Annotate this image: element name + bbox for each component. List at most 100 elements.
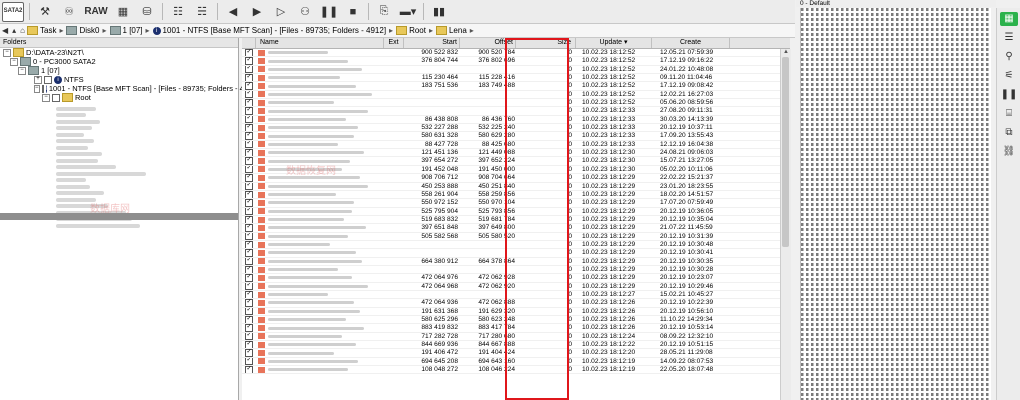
- table-row[interactable]: ✓ 908 706 712 908 704 664 0 10.02.23 18:12:2…: [242, 174, 790, 183]
- file-name-cell[interactable]: [256, 316, 384, 323]
- row-checkbox[interactable]: ✓: [242, 299, 256, 307]
- file-name-cell[interactable]: [256, 49, 384, 56]
- scroll-up-icon[interactable]: ▲: [782, 49, 790, 56]
- table-row[interactable]: ✓ 397 654 272 397 652 224 0 10.02.23 18:12:3…: [242, 157, 790, 166]
- table-row[interactable]: ✓ 664 380 912 664 378 864 0 10.02.23 18:12:2…: [242, 257, 790, 266]
- file-name-cell[interactable]: [256, 99, 384, 106]
- pause-icon[interactable]: ❚❚: [1000, 88, 1018, 102]
- file-name-cell[interactable]: [256, 141, 384, 148]
- table-row[interactable]: ✓ 525 795 904 525 793 856 0 10.02.23 18:12:2…: [242, 207, 790, 216]
- table-row[interactable]: ✓ 883 419 832 883 417 784 0 10.02.23 18:12:2…: [242, 324, 790, 333]
- table-row[interactable]: ✓ 0 10.02.23 18:12:52 24.01.22 10:48:08: [242, 65, 790, 75]
- col-header-create[interactable]: Create: [652, 38, 730, 48]
- crumb-task[interactable]: Task ▸: [27, 26, 63, 35]
- file-name-cell[interactable]: [256, 191, 384, 198]
- file-name-cell[interactable]: [256, 216, 384, 223]
- map-grid-icon[interactable]: ▦: [1000, 12, 1018, 26]
- file-name-cell[interactable]: [256, 224, 384, 231]
- row-checkbox[interactable]: ✓: [242, 107, 256, 115]
- file-name-cell[interactable]: [256, 249, 384, 256]
- table-row[interactable]: ✓ 191 452 048 191 450 000 0 10.02.23 18:12:3…: [242, 165, 790, 175]
- table-row[interactable]: ✓ 472 064 968 472 062 920 0 10.02.23 18:12:2…: [242, 282, 790, 291]
- link-icon[interactable]: ⛓: [1000, 145, 1018, 159]
- tree-expand-icon[interactable]: ☵: [192, 2, 212, 21]
- row-checkbox[interactable]: ✓: [242, 232, 256, 240]
- row-checkbox[interactable]: ✓: [242, 282, 256, 290]
- table-row[interactable]: ✓ 0 10.02.23 18:12:29 20.12.19 10:30:41: [242, 249, 790, 258]
- row-checkbox[interactable]: ✓: [242, 349, 256, 357]
- row-checkbox[interactable]: ✓: [242, 332, 256, 341]
- col-header-offset[interactable]: Offset: [460, 38, 516, 48]
- row-checkbox[interactable]: ✓: [242, 257, 256, 265]
- nav-back-icon[interactable]: ◀: [2, 26, 8, 35]
- row-checkbox[interactable]: ✓: [242, 199, 256, 207]
- crumb-root[interactable]: Root ▸: [396, 26, 433, 35]
- table-row[interactable]: ✓ 558 261 904 558 259 856 0 10.02.23 18:12:2…: [242, 190, 790, 200]
- file-name-cell[interactable]: [256, 199, 384, 206]
- file-name-cell[interactable]: [256, 266, 384, 273]
- table-row[interactable]: ✓ 900 522 832 900 520 784 0 10.02.23 18:12:5…: [242, 49, 790, 58]
- table-row[interactable]: ✓ 472 064 936 472 062 888 0 10.02.23 18:12:2…: [242, 299, 790, 308]
- row-checkbox[interactable]: ✓: [242, 82, 256, 90]
- file-name-cell[interactable]: [256, 291, 384, 298]
- row-checkbox[interactable]: ✓: [242, 265, 256, 274]
- file-name-cell[interactable]: [256, 183, 384, 190]
- table-row[interactable]: ✓ 532 227 288 532 225 240 0 10.02.23 18:12:3…: [242, 124, 790, 133]
- nav-home-icon[interactable]: ⌂: [20, 26, 25, 35]
- collapse-icon[interactable]: −: [3, 48, 11, 57]
- table-row[interactable]: ✓ 191 406 472 191 404 424 0 10.02.23 18:12:2…: [242, 349, 790, 358]
- file-name-cell[interactable]: [256, 166, 384, 173]
- file-name-cell[interactable]: [256, 333, 384, 340]
- collapse-icon[interactable]: −: [34, 84, 40, 93]
- file-name-cell[interactable]: [256, 241, 384, 248]
- row-checkbox[interactable]: ✓: [242, 357, 256, 366]
- table-row[interactable]: ✓ 450 253 888 450 251 840 0 10.02.23 18:12:2…: [242, 182, 790, 191]
- table-row[interactable]: ✓ 694 645 208 694 643 160 0 10.02.23 18:12:1…: [242, 357, 790, 367]
- row-checkbox[interactable]: ✓: [242, 182, 256, 190]
- binoculars-icon[interactable]: ♾: [59, 2, 79, 21]
- table-row[interactable]: ✓ 108 048 272 108 046 224 0 10.02.23 18:12:1…: [242, 366, 790, 375]
- play-icon[interactable]: ▶: [247, 2, 267, 21]
- selected-tree-row[interactable]: [0, 213, 238, 220]
- col-header-start[interactable]: Start: [404, 38, 460, 48]
- tree-checkbox[interactable]: [41, 84, 44, 93]
- table-row[interactable]: ✓ 472 064 976 472 062 928 0 10.02.23 18:12:2…: [242, 274, 790, 283]
- crumb-disk[interactable]: Disk0 ▸: [66, 26, 107, 35]
- file-name-cell[interactable]: [256, 358, 384, 365]
- row-checkbox[interactable]: ✓: [242, 149, 256, 157]
- row-checkbox[interactable]: ✓: [242, 74, 256, 82]
- table-row[interactable]: ✓ 0 10.02.23 18:12:33 27.08.20 09:11:31: [242, 107, 790, 116]
- file-name-cell[interactable]: [256, 366, 384, 373]
- collapse-icon[interactable]: −: [42, 93, 50, 102]
- file-name-cell[interactable]: [256, 299, 384, 306]
- row-checkbox[interactable]: ✓: [242, 307, 256, 315]
- file-name-cell[interactable]: [256, 308, 384, 315]
- file-name-cell[interactable]: [256, 274, 384, 281]
- signal-icon[interactable]: ⚟: [1000, 69, 1018, 83]
- cassette-icon[interactable]: ⌸: [1000, 107, 1018, 121]
- file-name-cell[interactable]: [256, 57, 384, 65]
- sensor-icon[interactable]: ⚲: [1000, 50, 1018, 64]
- table-row[interactable]: ✓ 844 669 936 844 667 888 0 10.02.23 18:12:2…: [242, 341, 790, 350]
- tree-node-partition[interactable]: −1 [07]: [0, 66, 238, 75]
- collapse-icon[interactable]: −: [10, 57, 18, 66]
- col-header-size[interactable]: Size: [516, 38, 576, 48]
- table-row[interactable]: ✓ 376 804 744 376 802 696 0 10.02.23 18:12:5…: [242, 57, 790, 66]
- table-row[interactable]: ✓ 191 631 368 191 629 320 0 10.02.23 18:12:2…: [242, 307, 790, 316]
- crumb-scan[interactable]: i 1001 - NTFS [Base MFT Scan] - [Files - …: [152, 26, 393, 35]
- disk-table-icon[interactable]: ▦: [113, 2, 133, 21]
- row-checkbox[interactable]: ✓: [242, 165, 256, 174]
- row-checkbox[interactable]: ✓: [242, 90, 256, 99]
- table-row[interactable]: ✓ 0 10.02.23 18:12:29 20.12.19 10:30:28: [242, 265, 790, 275]
- row-checkbox[interactable]: ✓: [242, 290, 256, 299]
- row-checkbox[interactable]: ✓: [242, 190, 256, 199]
- nav-up-icon[interactable]: ▴: [12, 26, 16, 35]
- table-row[interactable]: ✓ 0 10.02.23 18:12:52 12.02.21 16:27:03: [242, 90, 790, 100]
- table-row[interactable]: ✓ 0 10.02.23 18:12:27 15.02.21 10:45:27: [242, 290, 790, 300]
- row-checkbox[interactable]: ✓: [242, 49, 256, 57]
- tools-icon[interactable]: ⚒: [35, 2, 55, 21]
- stop-icon[interactable]: ■: [343, 2, 363, 21]
- row-checkbox[interactable]: ✓: [242, 274, 256, 282]
- row-checkbox[interactable]: ✓: [242, 174, 256, 182]
- table-row[interactable]: ✓ 0 10.02.23 18:12:29 20.12.19 10:30:48: [242, 240, 790, 250]
